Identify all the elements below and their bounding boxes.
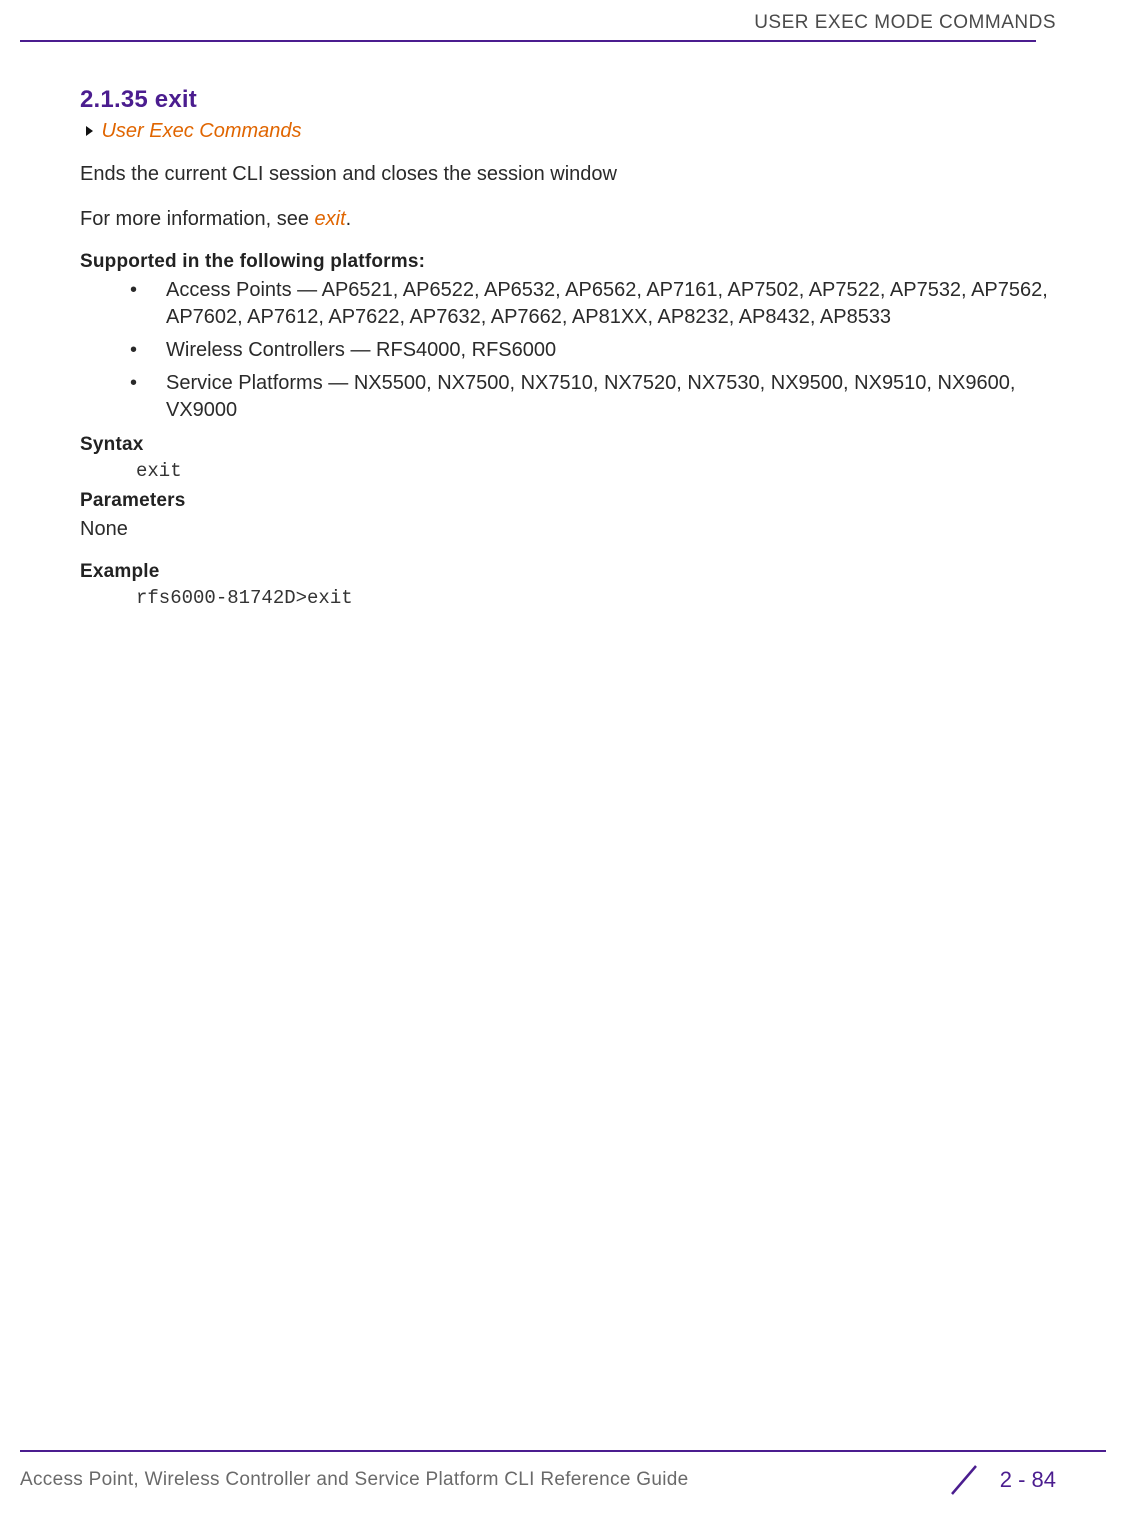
- page-number: 2 - 84: [1000, 1467, 1056, 1493]
- more-info-suffix: .: [346, 208, 352, 230]
- page-header: USER EXEC MODE COMMANDS: [0, 12, 1126, 42]
- parameters-value: None: [80, 516, 1056, 543]
- platforms-heading: Supported in the following platforms:: [80, 251, 1056, 273]
- example-code: rfs6000-81742D>exit: [136, 587, 1056, 609]
- footer-rule: [20, 1450, 1106, 1452]
- breadcrumb-link[interactable]: User Exec Commands: [101, 120, 301, 142]
- list-item: Wireless Controllers — RFS4000, RFS6000: [130, 337, 1056, 364]
- parameters-heading: Parameters: [80, 490, 1056, 512]
- more-info-prefix: For more information, see: [80, 208, 315, 230]
- footer-right: 2 - 84: [946, 1462, 1056, 1498]
- example-heading: Example: [80, 561, 1056, 583]
- platforms-list: Access Points — AP6521, AP6522, AP6532, …: [80, 277, 1056, 424]
- syntax-code: exit: [136, 460, 1056, 482]
- syntax-heading: Syntax: [80, 434, 1056, 456]
- page-content: 2.1.35 exit User Exec Commands Ends the …: [80, 86, 1056, 617]
- list-item: Access Points — AP6521, AP6522, AP6532, …: [130, 277, 1056, 331]
- section-heading: 2.1.35 exit: [80, 86, 1056, 114]
- more-info-paragraph: For more information, see exit.: [80, 206, 1056, 233]
- header-rule: [20, 40, 1036, 42]
- breadcrumb: User Exec Commands: [86, 120, 1056, 143]
- footer-doc-title: Access Point, Wireless Controller and Se…: [20, 1469, 688, 1491]
- running-header-title: USER EXEC MODE COMMANDS: [0, 12, 1056, 34]
- more-info-link[interactable]: exit: [315, 208, 346, 230]
- list-item: Service Platforms — NX5500, NX7500, NX75…: [130, 370, 1056, 424]
- footer-slash-icon: [946, 1462, 982, 1498]
- footer-row: Access Point, Wireless Controller and Se…: [20, 1462, 1106, 1498]
- page: USER EXEC MODE COMMANDS 2.1.35 exit User…: [0, 0, 1126, 1516]
- page-footer: Access Point, Wireless Controller and Se…: [20, 1450, 1106, 1498]
- intro-paragraph: Ends the current CLI session and closes …: [80, 161, 1056, 188]
- breadcrumb-arrow-icon: [86, 126, 93, 136]
